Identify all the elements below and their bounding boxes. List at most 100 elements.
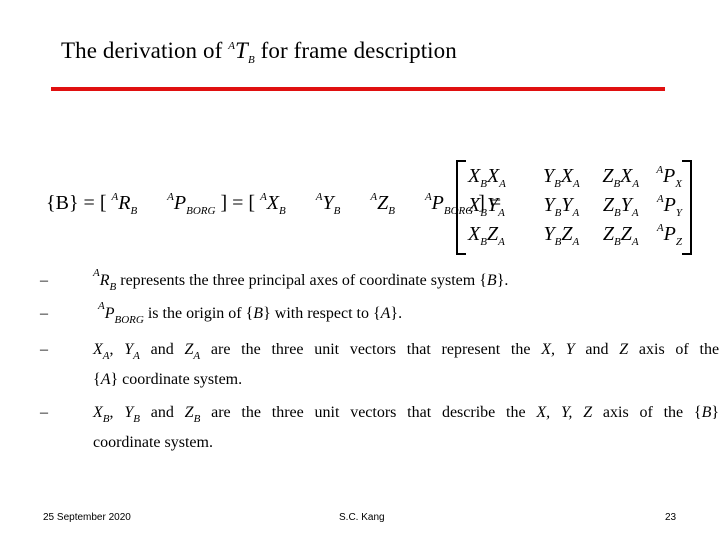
cell-term-sub: Z	[675, 236, 682, 248]
b3-ax: X,	[541, 341, 555, 358]
cell-sup: A	[656, 193, 664, 205]
b3-and2: and	[585, 341, 609, 358]
cell-term2-sub: A	[573, 178, 580, 190]
b1-text: represents the three principal axes of c…	[116, 272, 487, 289]
b4-text2: axis of the {	[602, 404, 702, 421]
bullet-rotation: – AR B represents the three principal axe…	[40, 268, 680, 296]
eq-z-sub: B	[388, 205, 395, 217]
title-prefix: The derivation of	[61, 38, 229, 63]
cell-term2-sub: A	[499, 178, 506, 190]
b3-v2: Y	[124, 341, 134, 358]
matrix-row: XBXA YBXA ZBXA APX	[462, 162, 682, 191]
b1-frame: B	[486, 272, 497, 289]
b4-ay: Y,	[560, 404, 573, 421]
b3-az: Z	[619, 341, 629, 358]
eq-y-sub: B	[333, 205, 341, 217]
matrix-cell: ZBZA	[591, 223, 651, 248]
cell-term2: Z	[486, 223, 499, 245]
b3-open: {	[93, 371, 101, 388]
b4-frame: B	[701, 404, 712, 421]
cell-term2: X	[486, 165, 500, 187]
eq-z-sym: Z	[377, 192, 389, 214]
cell-term: Y	[543, 194, 555, 216]
b4-v2-sub: B	[133, 413, 140, 425]
b2-text2: } with respect to {	[263, 305, 381, 322]
b4-v3-sub: B	[193, 413, 201, 425]
b3-ay: Y	[565, 341, 575, 358]
cell-term: P	[663, 194, 676, 216]
b4-v1-sub: B	[102, 413, 110, 425]
matrix-row: XBZA YBZA ZBZA APZ	[462, 220, 682, 249]
title-suffix: for frame description	[254, 38, 457, 63]
matrix-cell: APY	[651, 193, 682, 219]
footer-author: S.C. Kang	[339, 512, 385, 523]
b1-end: }.	[496, 272, 509, 289]
b4-line2: coordinate system.	[93, 434, 213, 451]
cell-term2-sub: A	[631, 207, 639, 219]
matrix-cell: XBYA	[462, 194, 532, 219]
cell-term2: Y	[561, 194, 573, 216]
bullet-frame-b-vectors: – XB, YB and ZB are the three unit vecto…	[40, 404, 719, 464]
b3-rest: } coordinate system.	[110, 371, 243, 388]
cell-term2-sub: A	[631, 236, 639, 248]
matrix-right-bracket	[682, 160, 692, 255]
cell-term2-sub: A	[498, 207, 505, 219]
cell-term: P	[663, 165, 676, 187]
cell-term2-sub: A	[572, 207, 580, 219]
matrix-cell: ZBYA	[591, 194, 651, 219]
b2-sub: BORG	[114, 314, 144, 326]
cell-term: Z	[602, 194, 614, 216]
eq-x-sym: X	[266, 192, 280, 214]
transform-matrix: XBXA YBXA ZBXA APX XBYA YBYA ZBYA APY XBZA YBZA ZB…	[462, 162, 682, 249]
cell-term-sub: Y	[675, 207, 682, 219]
b1-sym: R	[99, 272, 110, 289]
bullet-dash: –	[40, 305, 48, 322]
footer-page-number: 23	[665, 512, 677, 523]
cell-term2-sub: A	[572, 236, 580, 248]
b3-v1: X	[93, 341, 103, 358]
eq-mid: ] = [	[220, 192, 256, 214]
cell-term2: Y	[620, 194, 632, 216]
eq-r-sym: R	[118, 192, 131, 214]
b4-az: Z	[583, 404, 593, 421]
eq-p-sup: A	[167, 191, 174, 203]
cell-term-sub: X	[675, 178, 682, 190]
b2-end: }.	[390, 305, 403, 322]
eq-p-sym: P	[173, 192, 187, 214]
b3-text: are the three unit vectors that represen…	[210, 341, 531, 358]
cell-term: P	[663, 223, 676, 245]
b2-sup: A	[98, 300, 105, 312]
eq-p-sub: BORG	[186, 205, 216, 217]
b3-v2-sub: A	[133, 350, 140, 362]
b4-end: }	[711, 404, 720, 421]
b4-and: and	[150, 404, 174, 421]
b3-line1: XA, YA and ZA are the three unit vectors…	[93, 341, 720, 362]
bullet-origin: – APBORG is the origin of {B} with respe…	[40, 301, 680, 329]
b3-v1-sub: A	[102, 350, 110, 362]
matrix-cell: APX	[651, 165, 682, 190]
b3-v3-sub: A	[193, 350, 201, 362]
cell-term2: Z	[620, 223, 632, 245]
cell-term2: Y	[486, 194, 499, 216]
footer-date: 25 September 2020	[43, 512, 131, 523]
b3-text2: axis of the	[638, 341, 720, 358]
frame-equation: {B} = [ ARB APBORG ] = [ AXB AYB AZB APB…	[46, 191, 501, 217]
matrix-cell: YBXA	[532, 165, 590, 190]
cell-term2: Z	[561, 223, 573, 245]
matrix-cell: APZ	[651, 223, 682, 248]
eq-x-sup: A	[260, 191, 267, 203]
bullet-dash: –	[40, 341, 48, 358]
cell-term2: X	[620, 165, 633, 187]
title-underline	[51, 87, 665, 91]
eq-y-sym: Y	[322, 192, 334, 214]
b1-sup: A	[93, 267, 100, 279]
cell-term: X	[468, 194, 481, 216]
b2-sym: P	[104, 305, 115, 322]
b2-frame-a: A	[380, 305, 391, 322]
title-sub: B	[247, 54, 255, 66]
b2-text: is the origin of {	[147, 305, 254, 322]
eq-p2-sup: A	[424, 191, 432, 203]
matrix-row: XBYA YBYA ZBYA APY	[462, 191, 682, 220]
b3-and: and	[150, 341, 174, 358]
matrix-cell: ZBXA	[591, 165, 651, 190]
